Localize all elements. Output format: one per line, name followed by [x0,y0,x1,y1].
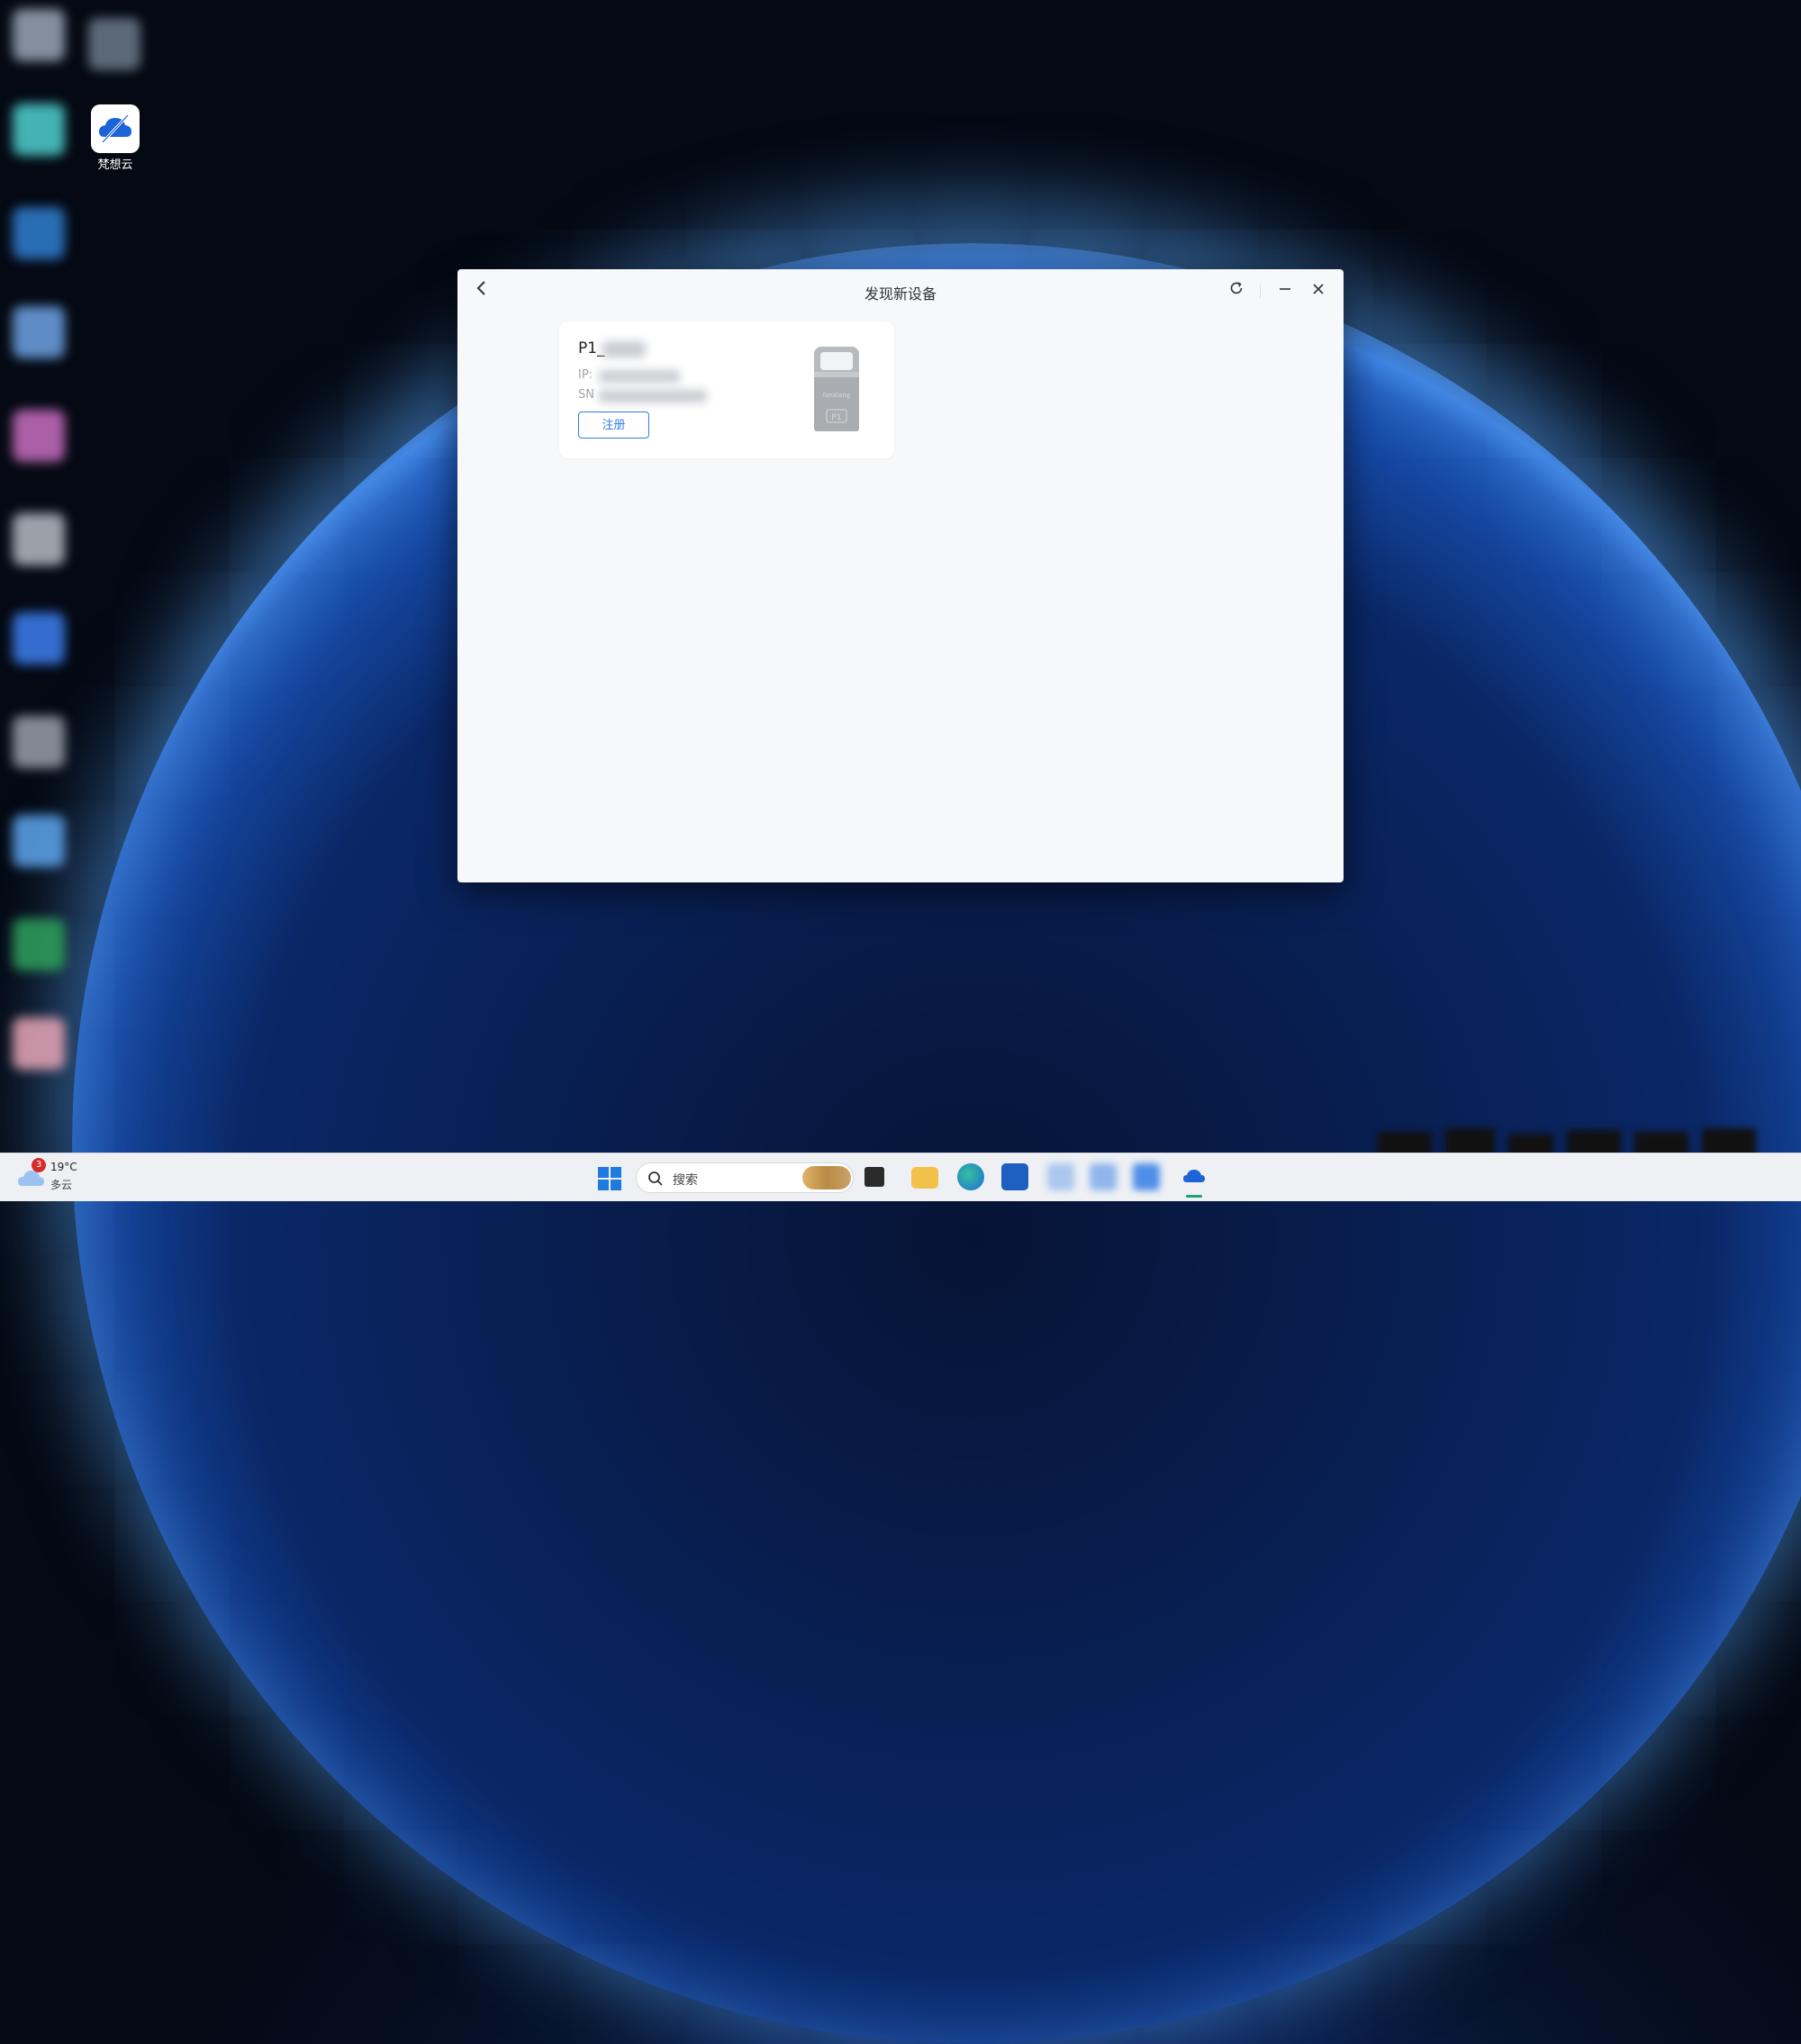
pinned-app-blurred[interactable] [1133,1163,1160,1190]
svg-text:P1: P1 [831,413,841,422]
desktop-icon-blurred[interactable] [13,9,65,61]
desktop-icon-blurred[interactable] [13,410,65,462]
desktop-icon-blurred[interactable] [13,716,65,768]
device-name: P1_ [578,339,605,357]
desktop-icon-blurred[interactable] [13,207,65,259]
desktop-icon-blurred[interactable] [13,513,65,565]
desktop-icon-blurred[interactable] [13,306,65,358]
svg-text:fanxiang: fanxiang [823,392,850,399]
weather-temp[interactable]: 19°C [50,1161,77,1173]
shortcut-label: 梵想云 [97,158,133,172]
active-app-indicator [1186,1195,1202,1198]
task-view-icon[interactable] [864,1167,884,1187]
device-sn-label: SN [578,388,594,402]
device-card[interactable]: P1_ IP: SN 注册 fanxiang P1 [559,321,894,458]
windows-start-icon[interactable] [598,1167,621,1190]
device-sn-redacted [599,390,707,402]
close-icon[interactable] [1307,280,1330,303]
divider [1260,284,1261,298]
window-title: 发现新设备 [864,285,937,303]
device-ip-label: IP: [578,368,593,382]
desktop-icon-blurred[interactable] [13,104,65,156]
edge-browser-icon[interactable] [957,1163,984,1190]
desktop-icon-blurred[interactable] [13,1017,65,1070]
minimize-icon[interactable] [1273,280,1297,303]
file-explorer-icon[interactable] [911,1167,938,1189]
pinned-app-blurred[interactable] [1090,1163,1117,1190]
search-highlight-image [802,1166,851,1189]
store-icon[interactable] [1001,1163,1028,1190]
titlebar: 发现新设备 [457,269,1344,312]
search-box[interactable]: 搜索 [636,1162,854,1193]
device-name-redacted [602,341,646,357]
pinned-app-blurred[interactable] [1047,1163,1074,1190]
desktop-icon-blurred[interactable] [13,918,65,971]
desktop-icon-blurred[interactable] [13,815,65,867]
search-placeholder: 搜索 [673,1173,698,1188]
notification-badge: 3 [32,1158,46,1172]
desktop-icon-blurred[interactable] [88,18,140,70]
fanxiang-cloud-taskbar-icon[interactable] [1181,1165,1207,1189]
discover-device-window: 发现新设备 P1_ IP: SN 注册 fanxiang P1 [457,269,1344,882]
weather-desc[interactable]: 多云 [50,1177,72,1192]
refresh-icon[interactable] [1225,280,1248,303]
desktop-icon-blurred[interactable] [13,612,65,665]
fanxiang-cloud-shortcut[interactable] [91,104,140,153]
search-icon [648,1171,663,1186]
register-button[interactable]: 注册 [578,412,649,439]
device-ip-redacted [599,370,680,383]
taskbar: 3 19°C 多云 搜索 [0,1153,1801,1201]
cloud-icon [99,113,131,144]
usb-drive-image: fanxiang P1 [814,347,859,431]
